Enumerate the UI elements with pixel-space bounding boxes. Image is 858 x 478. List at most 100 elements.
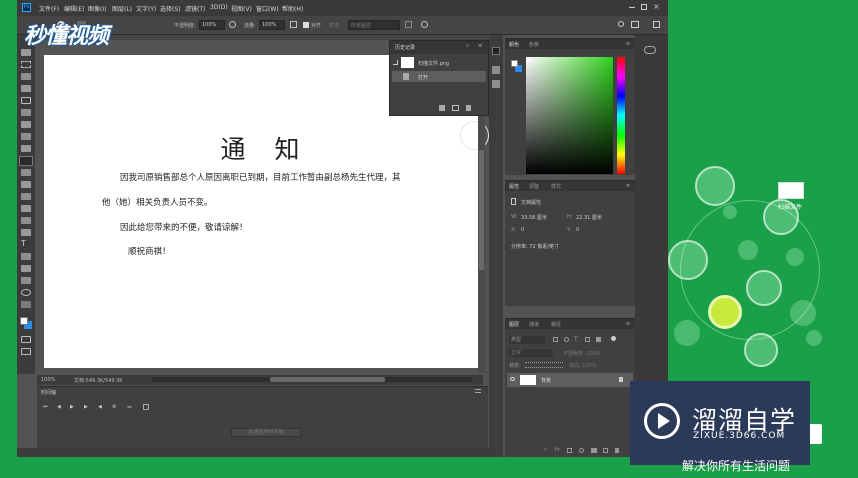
move-tool-icon[interactable] bbox=[21, 49, 31, 56]
tab-paths[interactable]: 路径 bbox=[551, 321, 561, 328]
timeline-menu-icon[interactable] bbox=[475, 389, 481, 393]
zoom-level[interactable]: 100% bbox=[41, 377, 55, 383]
menu-window[interactable]: 窗口(W) bbox=[256, 4, 279, 13]
add-mask-icon[interactable] bbox=[567, 448, 572, 453]
pen-tool-icon[interactable] bbox=[21, 229, 31, 236]
play-icon[interactable]: ▶ bbox=[70, 404, 74, 410]
new-layer-icon[interactable] bbox=[603, 448, 608, 453]
brush-tool-icon[interactable] bbox=[21, 145, 31, 152]
properties-menu-icon[interactable]: ≡ bbox=[626, 183, 630, 189]
filter-pixel-icon[interactable] bbox=[553, 337, 558, 342]
sample-select[interactable]: 所有图层 bbox=[348, 20, 400, 30]
flow-field[interactable]: 100% bbox=[259, 20, 285, 30]
ignore-adjustment-icon[interactable] bbox=[405, 21, 412, 28]
history-menu-icon[interactable]: ≡ bbox=[478, 43, 482, 49]
menu-filter[interactable]: 滤镜(T) bbox=[185, 4, 205, 13]
color-fg-swatch[interactable] bbox=[511, 60, 518, 67]
share-icon[interactable] bbox=[653, 21, 660, 28]
history-brush-tool-icon[interactable] bbox=[21, 169, 31, 176]
audio-icon[interactable]: ◀ bbox=[98, 404, 102, 410]
history-panel-title[interactable]: 历史记录 bbox=[395, 44, 415, 51]
tab-layers[interactable]: 图层 bbox=[509, 321, 519, 328]
crop-tool-icon[interactable] bbox=[21, 97, 31, 104]
color-picker-marker[interactable] bbox=[527, 58, 531, 62]
menu-select[interactable]: 选择(S) bbox=[160, 4, 181, 13]
shape-tool-icon[interactable] bbox=[21, 265, 31, 272]
adjustments-icon[interactable] bbox=[492, 80, 500, 88]
tab-swatches[interactable]: 色板 bbox=[529, 41, 539, 48]
layer-opacity-field[interactable]: 不透明度: 100% bbox=[563, 350, 601, 357]
height-value[interactable]: 22.31 厘米 bbox=[576, 214, 602, 221]
ps-logo-icon[interactable]: Ps bbox=[22, 3, 31, 12]
filter-adjustment-icon[interactable] bbox=[564, 337, 569, 342]
desktop-file-icon[interactable] bbox=[778, 182, 804, 199]
hue-slider[interactable] bbox=[617, 57, 625, 174]
type-tool-icon[interactable]: T bbox=[21, 239, 31, 248]
pressure-opacity-icon[interactable] bbox=[229, 21, 236, 28]
x-value[interactable]: 0 bbox=[521, 227, 524, 233]
menu-file[interactable]: 文件(F) bbox=[39, 4, 59, 13]
snapshot-source-icon[interactable] bbox=[393, 60, 398, 65]
lasso-tool-icon[interactable] bbox=[21, 73, 31, 80]
minimize-icon[interactable] bbox=[629, 7, 635, 8]
airbrush-icon[interactable] bbox=[290, 21, 297, 28]
blur-tool-icon[interactable] bbox=[21, 205, 31, 212]
trash-icon[interactable] bbox=[466, 105, 471, 111]
workspace-icon[interactable] bbox=[631, 21, 639, 28]
libraries-icon[interactable] bbox=[644, 46, 656, 54]
close-icon[interactable]: × bbox=[653, 2, 660, 11]
quick-mask-icon[interactable] bbox=[21, 336, 31, 343]
width-value[interactable]: 33.58 厘米 bbox=[521, 214, 547, 221]
menu-type[interactable]: 文字(Y) bbox=[136, 4, 156, 13]
tab-color[interactable]: 颜色 bbox=[509, 41, 519, 48]
next-frame-icon[interactable]: ▶ bbox=[84, 404, 88, 410]
clone-stamp-tool-icon[interactable] bbox=[19, 156, 33, 166]
split-icon[interactable]: ✂ bbox=[127, 404, 132, 411]
foreground-color-swatch[interactable] bbox=[20, 317, 28, 325]
pressure-size-icon[interactable] bbox=[421, 21, 428, 28]
healing-brush-tool-icon[interactable] bbox=[21, 133, 31, 140]
background-layer-row[interactable]: 背景 bbox=[507, 373, 633, 387]
eyedropper-tool-icon[interactable] bbox=[21, 121, 31, 128]
zoom-tool-icon[interactable] bbox=[21, 289, 31, 296]
visibility-eye-icon[interactable] bbox=[510, 377, 515, 381]
search-icon[interactable] bbox=[618, 21, 624, 27]
panel-collapse-icon[interactable]: » bbox=[466, 43, 469, 49]
filter-smart-object-icon[interactable] bbox=[596, 337, 601, 342]
menu-help[interactable]: 帮助(H) bbox=[282, 4, 303, 13]
adjustment-layer-icon[interactable] bbox=[579, 448, 584, 453]
history-state-item[interactable]: 打开 bbox=[392, 71, 486, 82]
marquee-tool-icon[interactable] bbox=[21, 61, 31, 68]
menu-edit[interactable]: 编辑(E) bbox=[64, 4, 84, 13]
filter-shape-icon[interactable] bbox=[585, 337, 590, 342]
link-layers-icon[interactable]: ∞ bbox=[543, 447, 547, 453]
history-snapshot-item[interactable]: 扫描文件.png bbox=[390, 56, 488, 70]
layer-lock-icon[interactable] bbox=[619, 377, 623, 382]
filter-toggle-icon[interactable] bbox=[611, 336, 616, 341]
y-value[interactable]: 0 bbox=[576, 227, 579, 233]
new-group-icon[interactable] bbox=[591, 448, 597, 453]
history-panel-icon[interactable] bbox=[492, 47, 500, 55]
camera-icon[interactable] bbox=[452, 105, 459, 111]
align-checkbox[interactable] bbox=[303, 22, 309, 28]
dodge-tool-icon[interactable] bbox=[21, 217, 31, 224]
eraser-tool-icon[interactable] bbox=[21, 181, 31, 188]
filter-type-icon[interactable]: T bbox=[574, 336, 578, 343]
menu-3d[interactable]: 3D(D) bbox=[210, 4, 228, 11]
path-select-tool-icon[interactable] bbox=[21, 253, 31, 260]
brush-settings-icon[interactable] bbox=[492, 66, 500, 74]
menu-view[interactable]: 视图(V) bbox=[231, 4, 252, 13]
opacity-field[interactable]: 100% bbox=[199, 20, 225, 30]
delete-layer-icon[interactable] bbox=[615, 448, 619, 453]
layer-fill-field[interactable]: 填充: 100% bbox=[569, 362, 597, 369]
settings-icon[interactable]: ⚙ bbox=[112, 404, 116, 410]
color-menu-icon[interactable]: ≡ bbox=[626, 41, 630, 47]
hand-tool-icon[interactable] bbox=[21, 277, 31, 284]
layer-style-icon[interactable]: fx bbox=[555, 447, 560, 453]
transition-icon[interactable] bbox=[143, 404, 149, 410]
layer-name[interactable]: 背景 bbox=[541, 377, 551, 384]
lock-icons[interactable] bbox=[525, 362, 563, 368]
gradient-tool-icon[interactable] bbox=[21, 193, 31, 200]
frame-tool-icon[interactable] bbox=[21, 109, 31, 116]
vertical-scroll-thumb[interactable] bbox=[479, 150, 484, 270]
